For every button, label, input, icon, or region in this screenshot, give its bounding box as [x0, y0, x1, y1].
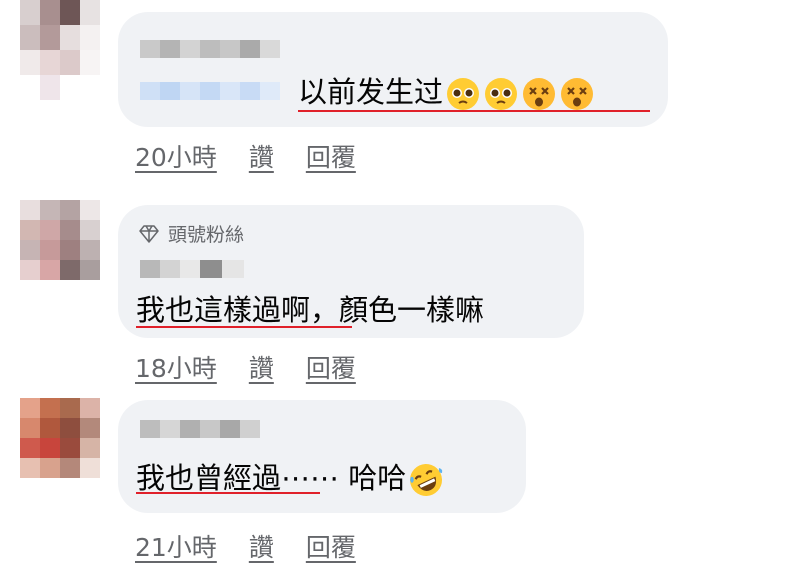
reply-button[interactable]: 回覆 [306, 528, 356, 564]
commenter-name[interactable] [140, 260, 244, 278]
red-underline-annotation [136, 492, 320, 494]
dizzy-face-icon [559, 76, 595, 112]
commenter-name[interactable] [140, 420, 260, 438]
comment-text: 以前发生过 [298, 74, 595, 112]
mentioned-user-tag[interactable] [140, 82, 280, 100]
like-button[interactable]: 讚 [249, 349, 274, 385]
timestamp-link[interactable]: 20小時 [135, 138, 217, 174]
top-fan-badge[interactable]: 頭號粉絲 [138, 220, 244, 247]
comment-text: 我也這樣過啊，顏色一樣嘛 [136, 293, 485, 327]
dizzy-face-icon [521, 76, 557, 112]
diamond-icon [139, 224, 159, 243]
reply-button[interactable]: 回覆 [306, 349, 356, 385]
avatar[interactable] [20, 200, 100, 280]
comment-actions: 21小時 讚 回覆 [135, 528, 356, 564]
avatar[interactable] [20, 398, 100, 478]
like-button[interactable]: 讚 [249, 138, 274, 174]
comment-text-content: 以前发生过 [298, 75, 444, 109]
pleading-face-icon [483, 76, 519, 112]
comment-actions: 18小時 讚 回覆 [135, 349, 356, 385]
like-button[interactable]: 讚 [249, 528, 274, 564]
avatar[interactable] [20, 0, 100, 100]
red-underline-annotation [298, 110, 650, 112]
comment-text-content: 我也曾經過⋯⋯ 哈哈 [136, 461, 407, 495]
timestamp-link[interactable]: 18小時 [135, 349, 217, 385]
reply-button[interactable]: 回覆 [306, 138, 356, 174]
commenter-name[interactable] [140, 40, 280, 58]
rolling-on-floor-laughing-icon [408, 462, 444, 498]
badge-label: 頭號粉絲 [168, 224, 245, 246]
comment-actions: 20小時 讚 回覆 [135, 138, 356, 174]
pleading-face-icon [445, 76, 481, 112]
timestamp-link[interactable]: 21小時 [135, 528, 217, 564]
red-underline-annotation [136, 326, 352, 328]
